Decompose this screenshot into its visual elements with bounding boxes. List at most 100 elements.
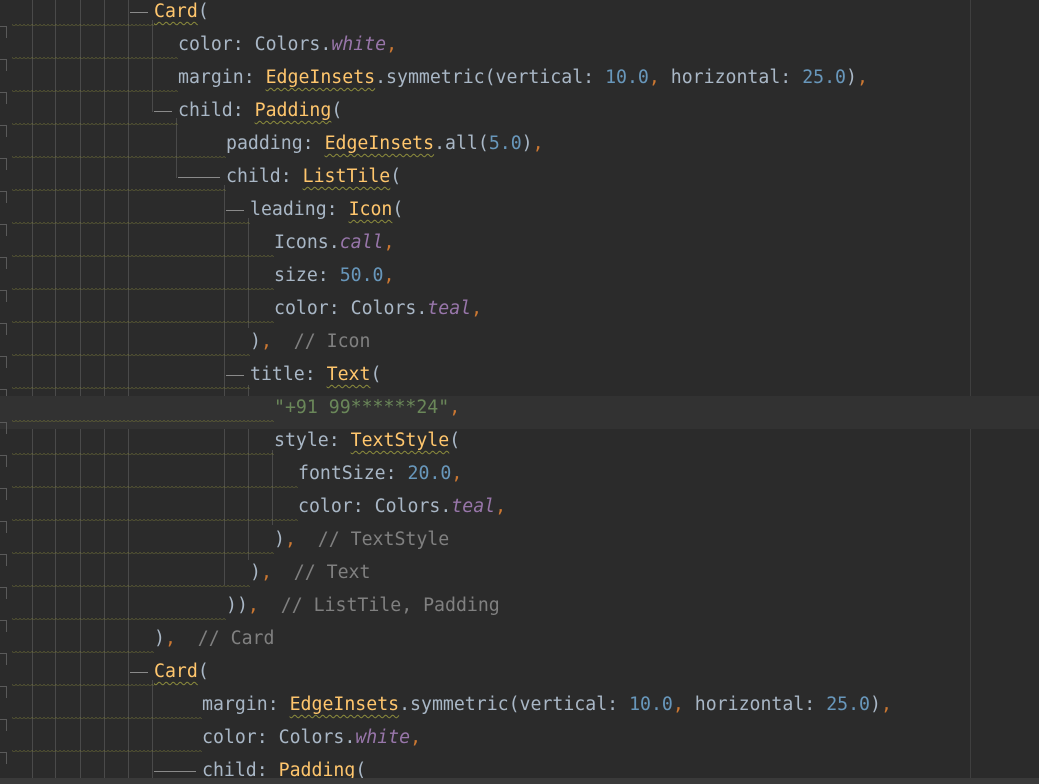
code-token: .symmetric(vertical: <box>399 694 630 715</box>
code-token: TextStyle <box>350 430 450 451</box>
code-token: , <box>672 694 695 715</box>
code-token: horizontal: <box>670 67 803 88</box>
code-token: EdgeInsets <box>289 694 400 715</box>
code-line[interactable]: child: ListTile( <box>0 165 1039 203</box>
code-text: ), // Icon <box>250 330 370 353</box>
code-token: 50.0 <box>339 265 384 286</box>
code-token: child: <box>178 100 255 121</box>
code-line[interactable]: Card( <box>0 0 1039 38</box>
code-token: ( <box>449 430 461 451</box>
code-token: )) <box>226 595 248 616</box>
code-token: call <box>339 232 384 253</box>
code-line[interactable]: ), // Icon <box>0 330 1039 368</box>
warning-squiggle <box>12 156 226 159</box>
code-token: , <box>471 298 483 319</box>
code-token: Card <box>154 661 198 682</box>
code-token: leading: <box>250 199 349 220</box>
code-line[interactable]: ), // Text <box>0 561 1039 599</box>
code-token: Card <box>154 1 198 22</box>
code-line[interactable]: fontSize: 20.0, <box>0 462 1039 500</box>
warning-squiggle <box>12 321 274 324</box>
code-token: , <box>247 595 259 616</box>
warning-squiggle <box>12 222 250 225</box>
code-token: , <box>880 694 892 715</box>
code-line[interactable]: margin: EdgeInsets.symmetric(vertical: 1… <box>0 693 1039 731</box>
code-line[interactable]: Icons.call, <box>0 231 1039 269</box>
code-token: margin: <box>178 67 266 88</box>
code-text: margin: EdgeInsets.symmetric(vertical: 1… <box>202 693 892 716</box>
code-token: Icons. <box>274 232 340 253</box>
code-token: white <box>331 34 387 55</box>
code-token: , <box>410 727 422 748</box>
warning-squiggle <box>12 24 154 27</box>
code-editor[interactable]: Card(color: Colors.white, margin: EdgeIns… <box>0 0 1039 784</box>
code-token: "+91 99******24" <box>274 397 450 418</box>
code-line[interactable]: color: Colors.teal, <box>0 297 1039 335</box>
code-line[interactable]: ), // Card <box>0 627 1039 665</box>
code-token: , <box>856 67 868 88</box>
code-token: , <box>648 67 671 88</box>
code-token: fontSize: <box>298 463 408 484</box>
code-token: Colors. <box>254 34 332 55</box>
code-line[interactable]: child: Padding( <box>0 99 1039 137</box>
code-token: ) <box>846 67 857 88</box>
code-line[interactable]: )), // ListTile, Padding <box>0 594 1039 632</box>
code-token: // Icon <box>271 331 371 352</box>
code-token: padding: <box>226 133 325 154</box>
warning-squiggle <box>12 123 178 126</box>
code-line[interactable]: style: TextStyle( <box>0 429 1039 467</box>
code-token: 10.0 <box>629 694 673 715</box>
code-token: , <box>386 34 398 55</box>
code-line[interactable]: margin: EdgeInsets.symmetric(vertical: 1… <box>0 66 1039 104</box>
code-token: , <box>260 562 272 583</box>
code-token: , <box>260 331 272 352</box>
code-token: horizontal: <box>694 694 827 715</box>
code-line[interactable]: color: Colors.teal, <box>0 495 1039 533</box>
code-token: , <box>449 397 461 418</box>
code-token: ListTile <box>302 166 391 187</box>
code-token: teal <box>427 298 472 319</box>
warning-squiggle <box>12 387 250 390</box>
code-token: , <box>532 133 544 154</box>
code-line[interactable]: size: 50.0, <box>0 264 1039 302</box>
code-token: , <box>495 496 507 517</box>
code-token: Colors. <box>278 727 356 748</box>
code-text: color: Colors.teal, <box>298 495 506 518</box>
code-token: ) <box>154 628 165 649</box>
code-text: color: Colors.white, <box>202 726 421 749</box>
warning-squiggle <box>12 189 226 192</box>
code-token: Colors. <box>350 298 428 319</box>
code-token: , <box>383 265 395 286</box>
code-token: ( <box>370 364 382 385</box>
code-token: , <box>383 232 395 253</box>
code-line[interactable]: color: Colors.white, <box>0 726 1039 764</box>
code-line[interactable]: color: Colors.white, <box>0 33 1039 71</box>
code-line[interactable]: "+91 99******24", <box>0 396 1039 434</box>
warning-squiggle <box>12 57 178 60</box>
code-text: child: ListTile( <box>226 165 401 188</box>
warning-squiggle <box>12 255 274 258</box>
warning-squiggle <box>12 585 250 588</box>
code-line[interactable]: title: Text( <box>0 363 1039 401</box>
code-text: title: Text( <box>250 363 381 386</box>
code-token: EdgeInsets <box>324 133 435 154</box>
warning-squiggle <box>12 90 178 93</box>
code-token: 20.0 <box>407 463 452 484</box>
code-token: color: <box>178 34 255 55</box>
warning-squiggle <box>12 651 154 654</box>
code-text: )), // ListTile, Padding <box>226 594 500 617</box>
code-text: color: Colors.teal, <box>274 297 482 320</box>
code-token: EdgeInsets <box>265 67 376 88</box>
code-line[interactable]: Card( <box>0 660 1039 698</box>
code-line[interactable]: padding: EdgeInsets.all(5.0), <box>0 132 1039 170</box>
code-text: ), // Card <box>154 627 274 650</box>
code-line[interactable]: ), // TextStyle <box>0 528 1039 566</box>
code-text: "+91 99******24", <box>274 396 460 419</box>
code-text: Card( <box>154 660 209 683</box>
code-token: ) <box>274 529 285 550</box>
warning-squiggle <box>12 717 202 720</box>
code-token: teal <box>451 496 496 517</box>
code-line[interactable]: leading: Icon( <box>0 198 1039 236</box>
code-text: fontSize: 20.0, <box>298 462 462 485</box>
horizontal-scrollbar[interactable] <box>0 778 1039 784</box>
